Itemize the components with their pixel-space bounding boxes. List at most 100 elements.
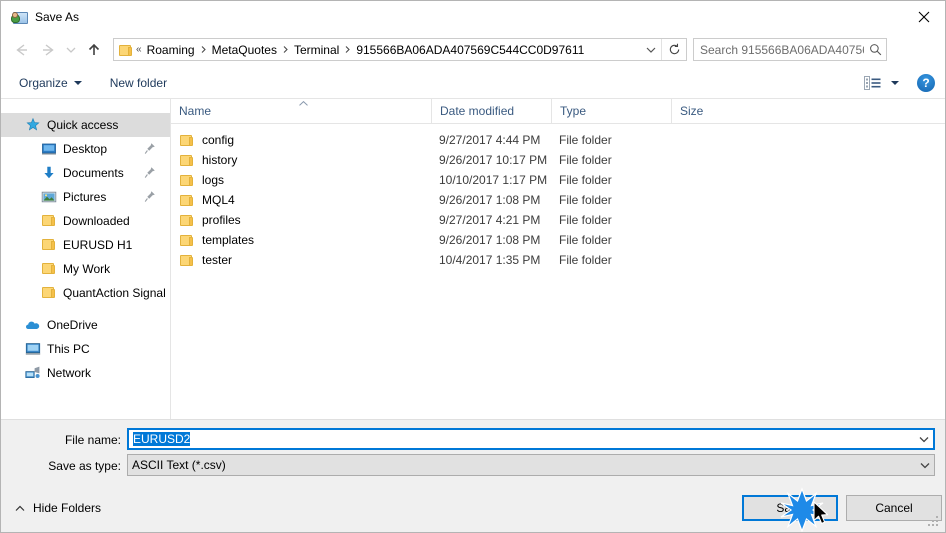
close-icon <box>918 11 930 22</box>
sidebar-item-quantaction-signal[interactable]: QuantAction Signal <box>1 281 170 305</box>
column-header-type[interactable]: Type <box>551 99 671 123</box>
pin-icon[interactable] <box>144 166 156 179</box>
file-name-input[interactable]: EURUSD2 <box>127 428 935 450</box>
help-button[interactable]: ? <box>917 73 935 92</box>
file-type: File folder <box>559 133 612 147</box>
view-options-button[interactable] <box>864 75 899 91</box>
chevron-right-icon <box>283 46 288 53</box>
up-button[interactable] <box>81 37 107 63</box>
sidebar-item-pictures[interactable]: Pictures <box>1 185 170 209</box>
sidebar-item-network[interactable]: Network <box>1 361 170 385</box>
search-input[interactable]: Search 915566BA06ADA40756... <box>694 43 864 57</box>
pin-icon[interactable] <box>144 142 156 155</box>
help-label: ? <box>922 75 930 90</box>
search-box[interactable]: Search 915566BA06ADA40756... <box>693 38 887 61</box>
window-title: Save As <box>35 9 80 24</box>
chevron-down-icon <box>920 462 930 468</box>
file-list: Name Date modified Type Size config 9/27… <box>171 99 945 419</box>
file-date-modified: 9/26/2017 1:08 PM <box>439 233 541 247</box>
refresh-icon <box>669 43 679 55</box>
folder-icon <box>179 193 195 207</box>
file-type: File folder <box>559 213 612 227</box>
chevron-down-icon <box>919 436 929 442</box>
organize-button[interactable]: Organize <box>13 72 88 94</box>
folder-icon <box>41 261 57 277</box>
sort-ascending-icon <box>299 101 308 106</box>
sidebar-item-label: My Work <box>63 262 111 276</box>
table-row[interactable]: MQL4 9/26/2017 1:08 PM File folder <box>171 190 945 210</box>
address-dropdown-button[interactable] <box>641 39 661 60</box>
address-bar[interactable]: « Roaming MetaQuotes Terminal 915566BA06… <box>113 38 687 61</box>
folder-icon <box>41 213 57 229</box>
desktop-icon <box>41 141 57 157</box>
onedrive-icon <box>25 317 41 333</box>
column-header-label: Type <box>560 104 587 118</box>
column-header-name[interactable]: Name <box>171 99 431 123</box>
this-pc-icon <box>25 341 41 357</box>
sidebar-item-my-work[interactable]: My Work <box>1 257 170 281</box>
breadcrumb-item-roaming[interactable]: Roaming <box>143 43 199 57</box>
search-icon <box>864 43 886 56</box>
breadcrumb-overflow[interactable]: « <box>135 44 143 55</box>
new-folder-label: New folder <box>109 75 168 90</box>
hide-folders-label: Hide Folders <box>33 501 102 515</box>
hide-folders-button[interactable]: Hide Folders <box>15 501 101 515</box>
sidebar-item-desktop[interactable]: Desktop <box>1 137 170 161</box>
column-header-row: Name Date modified Type Size <box>171 99 945 124</box>
file-name-dropdown-button[interactable] <box>915 436 933 443</box>
sidebar-item-downloaded[interactable]: Downloaded <box>1 209 170 233</box>
file-name: logs <box>202 173 225 187</box>
table-row[interactable]: templates 9/26/2017 1:08 PM File folder <box>171 230 945 250</box>
file-rows: config 9/27/2017 4:44 PM File folder his… <box>171 124 945 270</box>
column-header-size[interactable]: Size <box>671 99 751 123</box>
sidebar-item-this-pc[interactable]: This PC <box>1 337 170 361</box>
folder-icon <box>118 43 133 56</box>
pin-icon[interactable] <box>144 190 156 203</box>
table-row[interactable]: profiles 9/27/2017 4:21 PM File folder <box>171 210 945 230</box>
save-as-icon <box>11 9 28 25</box>
file-name-value[interactable]: EURUSD2 <box>129 432 915 446</box>
file-name: profiles <box>202 213 241 227</box>
file-name-text: EURUSD2 <box>133 432 191 446</box>
breadcrumb-item-metaquotes[interactable]: MetaQuotes <box>208 43 281 57</box>
folder-icon <box>179 233 195 247</box>
close-button[interactable] <box>901 1 945 32</box>
file-name: history <box>202 153 238 167</box>
sidebar-item-label: Quick access <box>47 118 119 132</box>
resize-grip-icon[interactable] <box>928 516 940 528</box>
sidebar-item-onedrive[interactable]: OneDrive <box>1 313 170 337</box>
file-type: File folder <box>559 173 612 187</box>
save-as-type-dropdown-button[interactable] <box>916 462 934 469</box>
file-date-modified: 9/26/2017 10:17 PM <box>439 153 548 167</box>
table-row[interactable]: config 9/27/2017 4:44 PM File folder <box>171 130 945 150</box>
chevron-up-icon <box>15 505 25 511</box>
new-folder-button[interactable]: New folder <box>104 72 173 94</box>
save-button[interactable]: Save <box>742 495 838 521</box>
table-row[interactable]: logs 10/10/2017 1:17 PM File folder <box>171 170 945 190</box>
network-icon <box>25 365 41 381</box>
breadcrumb: « Roaming MetaQuotes Terminal 915566BA06… <box>135 43 641 57</box>
star-icon <box>25 117 41 133</box>
save-label: Save <box>776 501 804 515</box>
save-as-type-select[interactable]: ASCII Text (*.csv) <box>127 454 935 476</box>
forward-button[interactable] <box>35 37 61 63</box>
column-header-date-modified[interactable]: Date modified <box>431 99 551 123</box>
back-button[interactable] <box>9 37 35 63</box>
breadcrumb-item-instance[interactable]: 915566BA06ADA407569C544CC0D97611 <box>352 43 588 57</box>
breadcrumb-item-terminal[interactable]: Terminal <box>290 43 343 57</box>
sidebar-item-eurusd-h1[interactable]: EURUSD H1 <box>1 233 170 257</box>
table-row[interactable]: tester 10/4/2017 1:35 PM File folder <box>171 250 945 270</box>
sidebar-item-label: OneDrive <box>47 318 98 332</box>
folder-icon <box>179 173 195 187</box>
folder-icon <box>41 237 57 253</box>
folder-icon <box>179 153 195 167</box>
table-row[interactable]: history 9/26/2017 10:17 PM File folder <box>171 150 945 170</box>
recent-locations-button[interactable] <box>61 37 81 63</box>
sidebar-item-documents[interactable]: Documents <box>1 161 170 185</box>
sidebar-item-quick-access[interactable]: Quick access <box>1 113 170 137</box>
file-name-label: File name: <box>64 433 121 447</box>
refresh-button[interactable] <box>661 39 686 60</box>
chevron-down-icon <box>646 47 656 53</box>
arrow-up-icon <box>88 43 100 55</box>
file-type: File folder <box>559 193 612 207</box>
